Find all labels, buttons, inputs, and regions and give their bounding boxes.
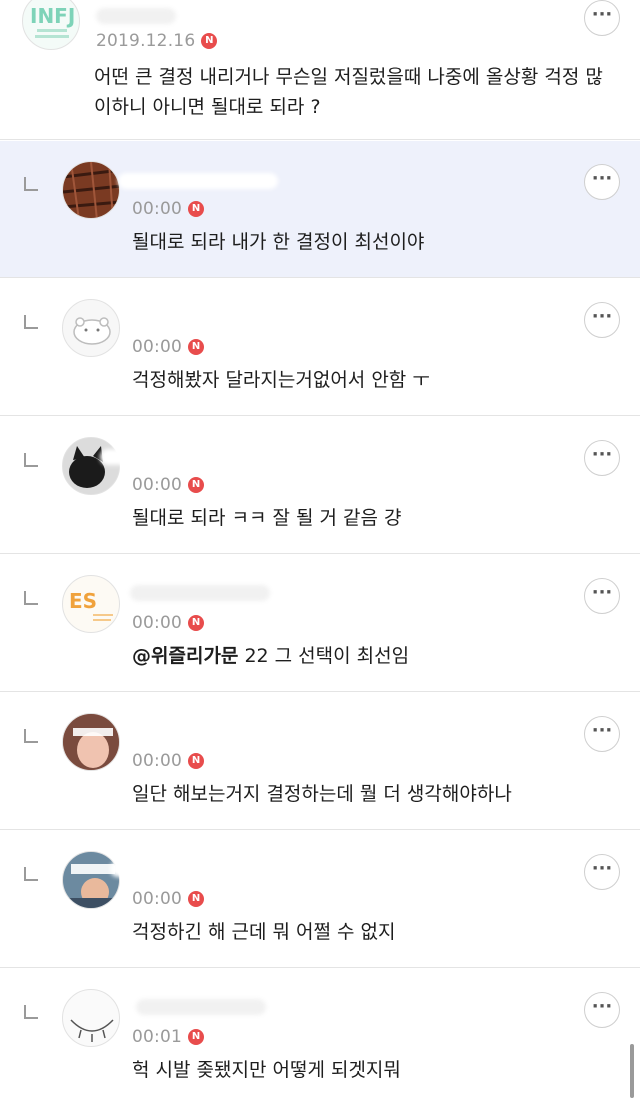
new-badge: N	[188, 615, 204, 631]
more-options-button[interactable]: ···	[584, 578, 620, 614]
reply-indent-icon	[24, 591, 38, 605]
comment-time: 00:00	[132, 199, 182, 219]
reply-indent-icon	[24, 315, 38, 329]
comment-time: 00:00	[132, 889, 182, 909]
reply-item: 00:01 N 헉 시발 좆됐지만 어떻게 되겟지뭐 ···	[0, 969, 640, 1104]
comment-time: 00:00	[132, 751, 182, 771]
new-badge: N	[188, 477, 204, 493]
scrollbar[interactable]	[630, 1044, 634, 1098]
avatar[interactable]	[62, 989, 120, 1047]
avatar-photo-image	[63, 852, 119, 908]
avatar[interactable]	[62, 161, 120, 219]
svg-text:INFJ: INFJ	[30, 4, 75, 28]
comment-item: INFJ 2019.12.16 N 어떤 큰 결정 내리거나 무슨일 저질렀을때…	[0, 0, 640, 140]
avatar[interactable]	[62, 437, 120, 495]
comment-text: @위즐리가문 22 그 선택이 최선임	[132, 641, 582, 671]
comment-text: 헉 시발 좆됐지만 어떻게 되겟지뭐	[132, 1059, 401, 1081]
nickname-redacted	[130, 725, 310, 741]
comment-text: 걱정해봤자 달라지는거없어서 안함 ㅜ	[132, 369, 430, 391]
avatar-logo-image: INFJ	[30, 4, 75, 38]
nickname-redacted	[130, 585, 270, 601]
nickname-redacted	[136, 999, 266, 1015]
avatar-photo-image	[63, 714, 119, 770]
avatar-pattern-image	[63, 162, 119, 218]
more-options-button[interactable]: ···	[584, 440, 620, 476]
comment-text: 걱정하긴 해 근데 뭐 어쩔 수 없지	[132, 921, 396, 943]
comment-date: 2019.12.16	[96, 31, 196, 51]
avatar-drawing-image	[70, 1019, 114, 1042]
avatar[interactable]: ES	[62, 575, 120, 633]
comment-text: 어떤 큰 결정 내리거나 무슨일 저질렀을때 나중에 올상황 걱정 많이하니 아…	[94, 66, 603, 118]
comment-time: 00:00	[132, 337, 182, 357]
comment-text: 될대로 되라 내가 한 결정이 최선이야	[132, 231, 425, 253]
reply-item: 00:00 N 일단 해보는거지 결정하는데 뭘 더 생각해야하나 ···	[0, 693, 640, 830]
nickname-redacted	[110, 861, 190, 877]
avatar[interactable]	[62, 851, 120, 909]
reply-item: ES 00:00 N @위즐리가문 22 그 선택이 최선임 ···	[0, 555, 640, 692]
comment-time: 00:00	[132, 475, 182, 495]
reply-item: 00:00 N 걱정하긴 해 근데 뭐 어쩔 수 없지 ···	[0, 831, 640, 968]
avatar[interactable]	[62, 713, 120, 771]
new-badge: N	[188, 753, 204, 769]
mention-link[interactable]: @위즐리가문	[132, 645, 238, 667]
nickname-redacted	[118, 173, 278, 189]
new-badge: N	[188, 1029, 204, 1045]
reply-indent-icon	[24, 453, 38, 467]
reply-indent-icon	[24, 1005, 38, 1019]
more-options-button[interactable]: ···	[584, 716, 620, 752]
avatar-cat-image	[69, 446, 105, 488]
comment-text-body: 22 그 선택이 최선임	[238, 645, 410, 667]
reply-item: 00:00 N 될대로 되라 ㅋㅋ 잘 될 거 같음 걍 ···	[0, 417, 640, 554]
reply-indent-icon	[24, 177, 38, 191]
new-badge: N	[188, 201, 204, 217]
new-badge: N	[201, 33, 218, 49]
new-badge: N	[188, 891, 204, 907]
avatar-hamster-image	[73, 317, 111, 345]
avatar[interactable]: INFJ	[22, 0, 80, 50]
avatar-logo-image: ES	[69, 589, 113, 621]
nickname-redacted	[96, 8, 176, 24]
comment-text: 일단 해보는거지 결정하는데 뭘 더 생각해야하나	[132, 783, 512, 805]
nickname-redacted	[100, 449, 160, 465]
reply-indent-icon	[24, 867, 38, 881]
avatar[interactable]	[62, 299, 120, 357]
more-options-button[interactable]: ···	[584, 854, 620, 890]
comment-text: 될대로 되라 ㅋㅋ 잘 될 거 같음 걍	[132, 507, 402, 529]
reply-item: 00:00 N 걱정해봤자 달라지는거없어서 안함 ㅜ ···	[0, 279, 640, 416]
comment-time: 00:00	[132, 613, 182, 633]
more-options-button[interactable]: ···	[584, 302, 620, 338]
more-options-button[interactable]: ···	[584, 0, 620, 36]
new-badge: N	[188, 339, 204, 355]
svg-text:ES: ES	[69, 589, 97, 613]
reply-item: 00:00 N 될대로 되라 내가 한 결정이 최선이야 ···	[0, 141, 640, 278]
reply-indent-icon	[24, 729, 38, 743]
more-options-button[interactable]: ···	[584, 992, 620, 1028]
comment-time: 00:01	[132, 1027, 182, 1047]
more-options-button[interactable]: ···	[584, 164, 620, 200]
